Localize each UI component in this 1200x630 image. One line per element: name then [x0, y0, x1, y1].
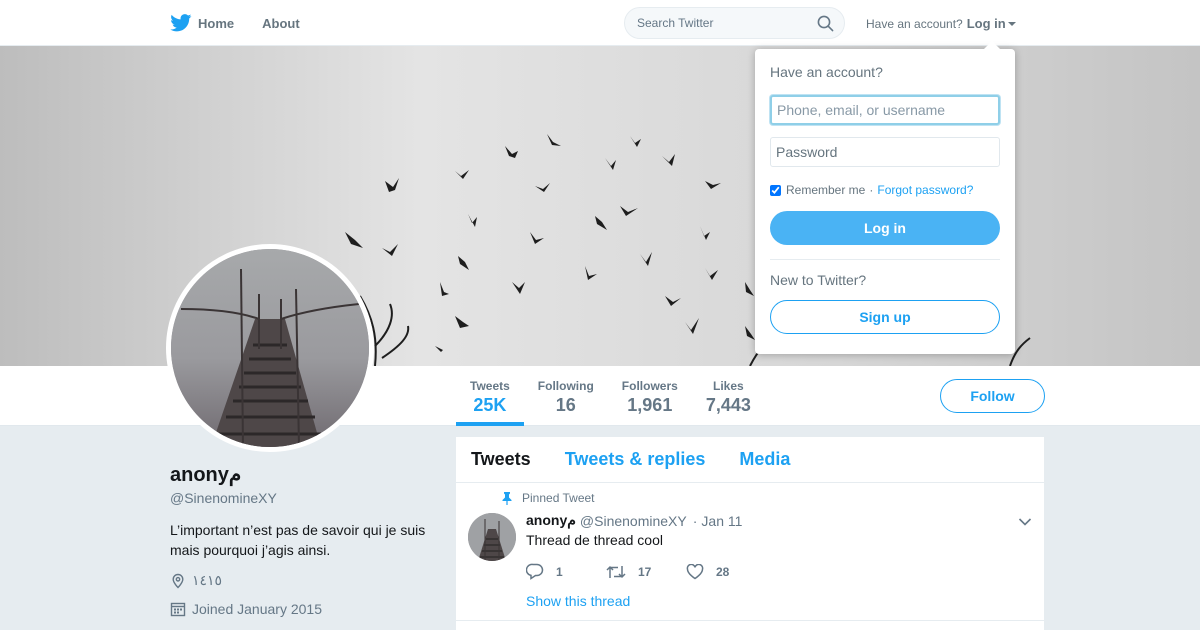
account-area: Have an account? Log in: [866, 16, 1016, 31]
tweet-header: anonyم @SinenomineXY · Jan 11: [526, 512, 742, 529]
tweet-avatar[interactable]: [468, 513, 516, 561]
stat-tweets[interactable]: Tweets 25K: [456, 366, 524, 426]
nav-left: Home About: [170, 0, 328, 46]
retweet-count: 17: [638, 564, 652, 579]
heart-icon: [686, 563, 704, 579]
top-nav-bar: Home About Have an account? Log in: [0, 0, 1200, 46]
like-count: 28: [716, 564, 730, 579]
forgot-password-link[interactable]: Forgot password?: [877, 183, 973, 197]
nav-about-link[interactable]: About: [262, 16, 300, 31]
dropdown-title: Have an account?: [770, 64, 883, 80]
dropdown-divider: [770, 259, 1000, 260]
pinned-label: Pinned Tweet: [502, 491, 595, 505]
remember-me-label[interactable]: Remember me: [786, 183, 865, 197]
profile-location: ١٤١٥: [170, 572, 440, 589]
username-field[interactable]: [770, 95, 1000, 125]
pin-icon: [502, 491, 512, 505]
timeline-tabs: Tweets Tweets & replies Media: [456, 437, 1044, 483]
like-action[interactable]: 28: [686, 563, 766, 580]
retweet-action[interactable]: 17: [606, 563, 686, 580]
profile-handle[interactable]: @SinenomineXY: [170, 490, 440, 506]
avatar-image: [171, 249, 369, 447]
location-pin-icon: [172, 573, 184, 588]
stat-label: Following: [537, 379, 594, 393]
stat-following[interactable]: Following 16: [524, 366, 608, 426]
login-button[interactable]: Log in: [770, 211, 1000, 245]
search-input[interactable]: [625, 8, 805, 38]
new-to-twitter-label: New to Twitter?: [770, 272, 867, 288]
nav-about-label: About: [262, 15, 300, 31]
stat-value: 16: [555, 395, 576, 415]
profile-avatar[interactable]: [166, 244, 374, 452]
profile-card: anonyم @SinenomineXY L’important n’est p…: [170, 462, 440, 617]
tab-tweets[interactable]: Tweets: [471, 449, 531, 470]
reply-icon: [526, 563, 544, 580]
tab-tweets-and-replies[interactable]: Tweets & replies: [565, 449, 706, 470]
nav-home-link[interactable]: Home: [170, 14, 234, 32]
foggy-bridge-picture: [171, 249, 369, 447]
stat-label: Likes: [712, 379, 744, 393]
profile-joined: Joined January 2015: [170, 601, 440, 617]
stat-likes[interactable]: Likes 7,443: [692, 366, 765, 426]
remember-me-checkbox[interactable]: [770, 184, 781, 196]
tweet-date[interactable]: Jan 11: [701, 513, 742, 529]
stat-label: Followers: [621, 379, 678, 393]
profile-stats: Tweets 25K Following 16 Followers 1,961 …: [456, 366, 765, 426]
reply-action[interactable]: 1: [526, 563, 606, 580]
search-icon[interactable]: [817, 15, 834, 32]
login-link[interactable]: Log in: [967, 16, 1006, 31]
stat-value: 7,443: [705, 395, 751, 415]
remember-separator: ·: [869, 183, 874, 197]
caret-down-icon[interactable]: [1007, 21, 1016, 26]
profile-name[interactable]: anonyم: [170, 462, 440, 487]
nav-home-label: Home: [198, 15, 235, 31]
stat-followers[interactable]: Followers 1,961: [608, 366, 692, 426]
stat-label: Tweets: [470, 379, 510, 393]
account-prompt: Have an account?: [866, 16, 963, 31]
search-box: [624, 7, 845, 39]
stat-value: 25K: [473, 395, 507, 415]
follow-button[interactable]: Follow: [940, 379, 1045, 413]
stat-value: 1,961: [627, 395, 673, 415]
calendar-icon: [170, 602, 186, 617]
login-dropdown: Have an account? Remember me · Forgot pa…: [755, 41, 1015, 354]
tab-media[interactable]: Media: [739, 449, 790, 470]
tweet-author-name[interactable]: anonyم: [526, 512, 576, 529]
remember-row: Remember me · Forgot password?: [770, 183, 1000, 197]
twitter-bird-icon: [170, 14, 192, 32]
tweet-author-handle[interactable]: @SinenomineXY: [580, 513, 687, 529]
tweet-separator: ·: [692, 512, 698, 529]
tweet-item[interactable]: Pinned Tweet anonyم @SinenomineXY · Jan …: [456, 483, 1044, 621]
show-thread-link[interactable]: Show this thread: [526, 593, 630, 609]
profile-joined-text: Joined January 2015: [192, 601, 322, 617]
chevron-down-icon[interactable]: [1018, 517, 1032, 527]
profile-bio: L’important n’est pas de savoir qui je s…: [170, 522, 426, 558]
pinned-label-text: Pinned Tweet: [522, 491, 595, 505]
tweet-text: Thread de thread cool: [526, 532, 663, 548]
profile-location-text: ١٤١٥: [192, 572, 223, 588]
password-field[interactable]: [770, 137, 1000, 167]
signup-button[interactable]: Sign up: [770, 300, 1000, 334]
tweet-actions: 1 17 28: [526, 563, 766, 580]
timeline: Tweets Tweets & replies Media Pinned Twe…: [456, 437, 1044, 630]
foggy-bridge-thumbnail: [468, 513, 516, 561]
retweet-icon: [606, 565, 626, 578]
reply-count: 1: [556, 564, 563, 579]
